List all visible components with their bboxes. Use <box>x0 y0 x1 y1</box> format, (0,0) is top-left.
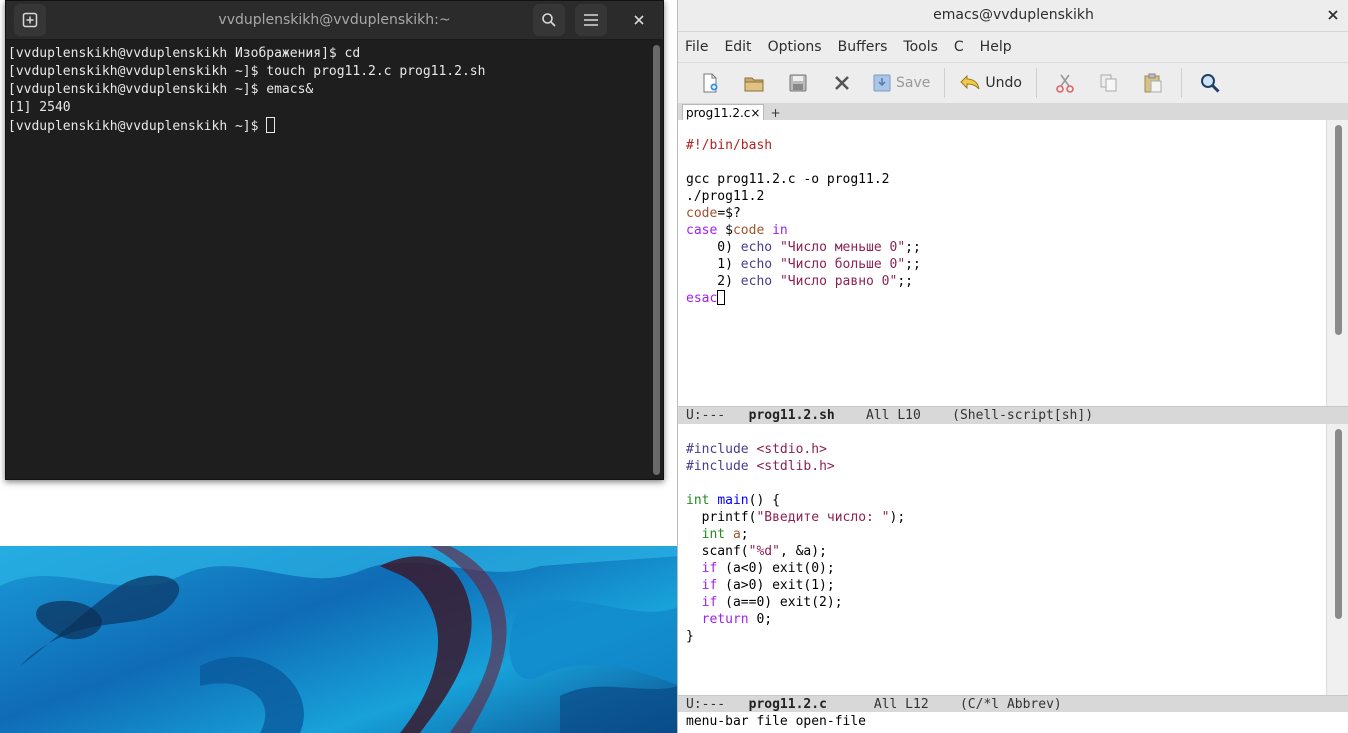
menu-help[interactable]: Help <box>980 39 1012 55</box>
terminal-line: [vvduplenskikh@vvduplenskikh ~]$ touch p… <box>8 64 486 79</box>
code-line: ​ <box>686 475 905 492</box>
copy-icon[interactable] <box>1087 66 1131 100</box>
cut-icon[interactable] <box>1043 66 1087 100</box>
save-button[interactable]: Save <box>864 66 938 100</box>
menu-options[interactable]: Options <box>768 39 822 55</box>
emacs-toolbar: Save Undo <box>678 63 1348 104</box>
modeline-mode[interactable]: (C/*l Abbrev) <box>960 697 1062 712</box>
code-line: scanf("%d", &a); <box>686 544 827 559</box>
code-line: 0) echo "Число меньше 0";; <box>686 240 921 255</box>
terminal-window[interactable]: vvduplenskikh@vvduplenskikh:~ [vvduplens… <box>5 0 664 480</box>
menu-edit[interactable]: Edit <box>724 39 751 55</box>
code-line: } <box>686 629 694 644</box>
code-line: if (a==0) exit(2); <box>701 595 843 610</box>
terminal-prompt: [vvduplenskikh@vvduplenskikh ~]$ <box>8 119 267 134</box>
editor-pane-c[interactable]: #include <stdio.h>#include <stdlib.h>​in… <box>678 424 1348 696</box>
code-line: printf("Введите число: "); <box>686 510 906 525</box>
text-cursor <box>717 290 726 305</box>
terminal-line: [vvduplenskikh@vvduplenskikh Изображения… <box>8 46 361 61</box>
paste-icon[interactable] <box>1131 66 1175 100</box>
code-line: 2) echo "Число равно 0";; <box>686 274 913 289</box>
modeline-shell: U:--- prog11.2.sh All L10 (Shell-script[… <box>678 406 1348 424</box>
code-area[interactable]: #include <stdio.h>#include <stdlib.h>​in… <box>686 424 905 679</box>
tab-label: prog11.2.c <box>686 106 751 120</box>
menu-c[interactable]: C <box>954 39 964 55</box>
terminal-output[interactable]: [vvduplenskikh@vvduplenskikh Изображения… <box>6 40 651 479</box>
code-line: if (a>0) exit(1); <box>701 578 835 593</box>
tab-close-icon[interactable]: × <box>750 106 760 120</box>
search-icon[interactable] <box>533 4 565 36</box>
code-line: code=$? <box>686 206 741 221</box>
modeline-status: U:--- <box>686 697 726 712</box>
code-line: #include <stdlib.h> <box>686 459 835 474</box>
close-icon[interactable] <box>1327 5 1339 25</box>
emacs-window[interactable]: emacs@vvduplenskikh File Edit Options Bu… <box>677 0 1348 733</box>
new-file-icon[interactable] <box>688 66 732 100</box>
save-icon <box>873 74 891 92</box>
terminal-line: [1] 2540 <box>8 100 71 115</box>
modeline-position: All L10 <box>866 408 921 423</box>
code-line: #include <stdio.h> <box>686 442 827 457</box>
code-line: ​ <box>686 154 921 171</box>
pane-scrollbar[interactable] <box>1326 424 1348 696</box>
terminal-scrollbar[interactable] <box>653 45 660 475</box>
modeline-buffer[interactable]: prog11.2.sh <box>749 408 835 423</box>
modeline-position: All L12 <box>873 697 929 712</box>
emacs-title: emacs@vvduplenskikh <box>933 7 1094 23</box>
code-line: 1) echo "Число больше 0";; <box>686 257 921 272</box>
code-line: ./prog11.2 <box>686 189 765 204</box>
undo-icon <box>960 74 980 90</box>
code-line: int a; <box>701 527 749 542</box>
modeline-c: U:--- prog11.2.c All L12 (C/*l Abbrev) <box>678 695 1348 713</box>
hamburger-menu-icon[interactable] <box>575 4 607 36</box>
code-area[interactable]: #!/bin/bash​gcc prog11.2.c -o prog11.2 ./… <box>686 120 921 341</box>
code-line: #!/bin/bash <box>686 137 921 154</box>
close-icon[interactable] <box>623 4 655 36</box>
code-line: int main() { <box>686 493 780 508</box>
close-buffer-icon[interactable] <box>820 66 864 100</box>
terminal-titlebar[interactable]: vvduplenskikh@vvduplenskikh:~ <box>6 1 663 40</box>
desktop-wallpaper <box>0 546 680 733</box>
modeline-buffer[interactable]: prog11.2.c <box>749 697 827 712</box>
undo-button[interactable]: Undo <box>951 66 1030 100</box>
code-line: return 0; <box>701 612 773 627</box>
pane-scrollbar[interactable] <box>1326 120 1348 407</box>
emacs-menubar: File Edit Options Buffers Tools C Help <box>678 32 1348 63</box>
menu-file[interactable]: File <box>685 39 708 55</box>
terminal-cursor <box>266 117 276 133</box>
shebang: #!/bin/bash <box>686 138 773 153</box>
toolbar-separator <box>1035 68 1037 98</box>
terminal-line: [vvduplenskikh@vvduplenskikh ~]$ emacs& <box>8 82 314 97</box>
code-line: esac <box>686 290 921 307</box>
toolbar-separator <box>1180 68 1182 98</box>
modeline-mode[interactable]: (Shell-script[sh]) <box>952 408 1093 423</box>
undo-label: Undo <box>985 75 1022 91</box>
modeline-status: U:--- <box>686 408 726 423</box>
open-folder-icon[interactable] <box>732 66 776 100</box>
menu-tools[interactable]: Tools <box>903 39 938 55</box>
code-line: if (a<0) exit(0); <box>701 561 835 576</box>
save-disk-icon[interactable] <box>776 66 820 100</box>
menu-buffers[interactable]: Buffers <box>838 39 888 55</box>
search-icon[interactable] <box>1188 66 1232 100</box>
editor-pane-shell[interactable]: #!/bin/bash​gcc prog11.2.c -o prog11.2 ./… <box>678 120 1348 407</box>
code-line: case $code in <box>686 223 788 238</box>
terminal-prompt-line: [vvduplenskikh@vvduplenskikh ~]$ <box>8 117 649 136</box>
emacs-titlebar[interactable]: emacs@vvduplenskikh <box>678 0 1348 32</box>
echo-area: menu-bar file open-file <box>678 712 1348 733</box>
code-line: gcc prog11.2.c -o prog11.2 <box>686 172 890 187</box>
scrollbar-thumb[interactable] <box>1335 429 1342 619</box>
scrollbar-thumb[interactable] <box>1335 125 1342 335</box>
toolbar-separator <box>944 68 946 98</box>
save-label: Save <box>896 75 931 91</box>
